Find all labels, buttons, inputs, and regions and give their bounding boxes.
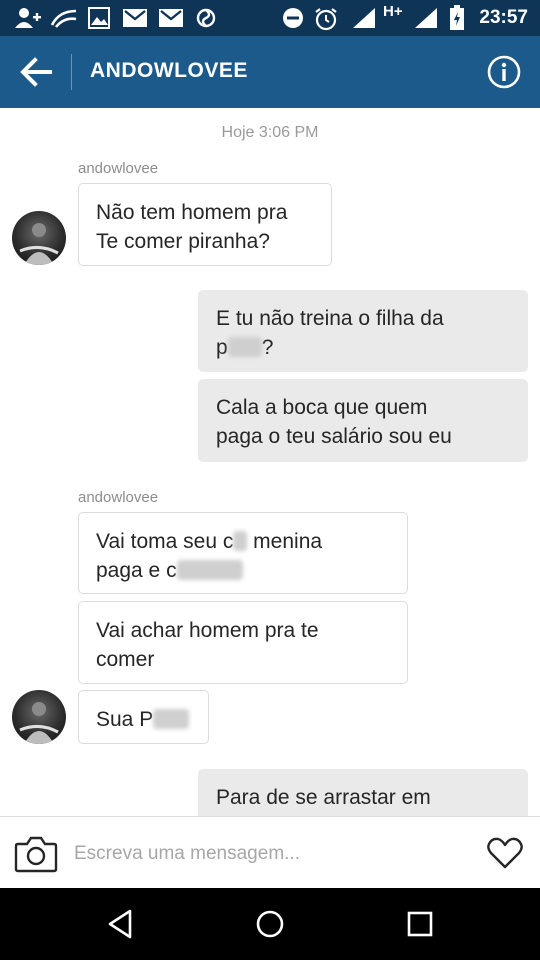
signal-icon xyxy=(415,8,437,28)
message-text: Para de se arrastar em xyxy=(216,786,431,809)
message-bubble-sent[interactable]: E tu não treina o filha da p? xyxy=(198,290,528,372)
gmail-icon xyxy=(123,9,147,27)
message-bubble-received[interactable]: Vai toma seu c menina paga e c xyxy=(78,512,408,594)
message-bubble-received[interactable]: Sua P xyxy=(78,690,209,744)
message-bubble-received[interactable]: Vai achar homem pra te comer xyxy=(78,601,408,684)
censored-word xyxy=(227,337,262,357)
message-text: Vai achar homem pra te comer xyxy=(96,619,319,671)
gmail-icon xyxy=(159,9,183,27)
censored-word xyxy=(176,560,243,580)
sender-name: andowlovee xyxy=(78,160,159,177)
censored-word xyxy=(233,531,248,551)
message-composer xyxy=(0,816,540,889)
avatar[interactable] xyxy=(12,211,66,265)
message-text-end: ? xyxy=(261,336,274,359)
battery-icon xyxy=(450,5,464,30)
sender-name: andowlovee xyxy=(78,489,159,506)
message-bubble-sent[interactable]: Para de se arrastar em xyxy=(198,769,528,816)
conversation-title[interactable]: ANDOWLOVEE xyxy=(90,59,248,83)
thread-timestamp: Hoje 3:06 PM xyxy=(221,124,319,141)
heart-icon[interactable] xyxy=(486,836,524,870)
message-bubble-sent[interactable]: Cala a boca que quem paga o teu salário … xyxy=(198,379,528,462)
sync-icon xyxy=(196,8,216,28)
message-text: Sua P xyxy=(96,708,154,731)
system-navigation-bar xyxy=(0,888,540,960)
clock: 23:57 xyxy=(479,7,528,28)
do-not-disturb-icon xyxy=(283,8,303,28)
message-text: Cala a boca que quem paga o teu salário … xyxy=(216,396,452,448)
conversation-header: ANDOWLOVEE xyxy=(0,36,540,108)
image-icon xyxy=(88,7,110,29)
camera-icon[interactable] xyxy=(14,835,58,873)
home-circle-icon[interactable] xyxy=(252,906,288,942)
message-text: Não tem homem pra Te comer piranha? xyxy=(96,201,288,253)
add-person-icon xyxy=(15,8,41,28)
status-bar: H+ 23:57 xyxy=(0,0,540,36)
back-triangle-icon[interactable] xyxy=(102,906,138,942)
arrow-left-icon[interactable] xyxy=(18,56,54,88)
avatar[interactable] xyxy=(12,690,66,744)
header-divider xyxy=(71,54,72,90)
message-text-start: Vai toma seu c xyxy=(96,530,234,553)
censored-word xyxy=(153,709,190,729)
network-type-label: H+ xyxy=(383,3,403,20)
message-input[interactable] xyxy=(72,835,476,873)
message-bubble-received[interactable]: Não tem homem pra Te comer piranha? xyxy=(78,183,332,266)
message-thread[interactable]: Hoje 3:06 PM andowlovee Não tem homem pr… xyxy=(0,108,540,816)
signal-icon xyxy=(353,8,375,28)
swipe-icon xyxy=(50,9,77,28)
alarm-icon xyxy=(315,8,337,31)
recents-square-icon[interactable] xyxy=(402,906,438,942)
info-icon[interactable] xyxy=(486,54,522,90)
